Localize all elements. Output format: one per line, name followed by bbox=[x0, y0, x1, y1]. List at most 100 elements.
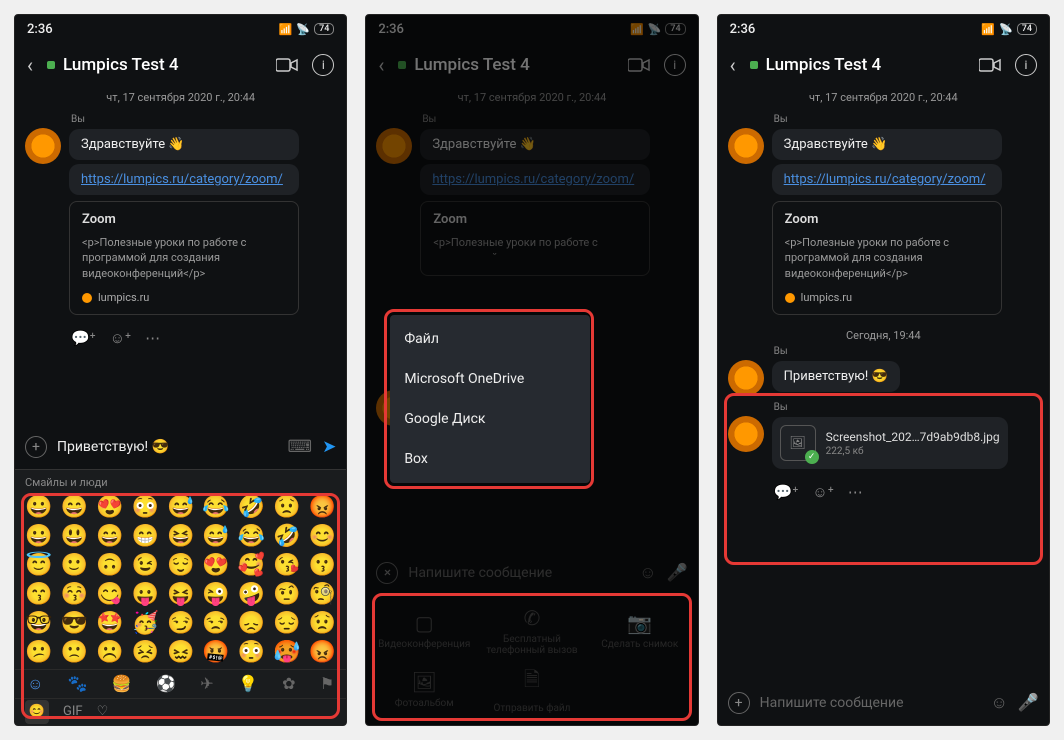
emoji-key[interactable]: 😒 bbox=[202, 611, 229, 636]
message-bubble-link[interactable]: https://lumpics.ru/category/zoom/ bbox=[69, 164, 299, 195]
menu-item-file[interactable]: Файл bbox=[390, 319, 590, 359]
emoji-key[interactable]: 😅 bbox=[202, 524, 229, 549]
emoji-key[interactable]: 😀 bbox=[25, 524, 52, 549]
emoji-tab-animals-icon[interactable]: 🐾 bbox=[68, 674, 88, 693]
attach-button[interactable]: + bbox=[25, 436, 47, 458]
info-icon[interactable]: i bbox=[312, 54, 334, 76]
avatar[interactable] bbox=[728, 128, 764, 164]
emoji-key[interactable]: 😉 bbox=[131, 553, 158, 578]
message-bubble-link[interactable]: https://lumpics.ru/category/zoom/ bbox=[772, 164, 1002, 195]
emoji-key[interactable]: 😌 bbox=[167, 553, 194, 578]
menu-item-box[interactable]: Box bbox=[390, 439, 590, 479]
reply-icon[interactable]: 💬⁺ bbox=[71, 329, 96, 347]
avatar[interactable] bbox=[25, 128, 61, 164]
emoji-key[interactable]: 😋 bbox=[96, 582, 123, 607]
emoji-key[interactable]: 😅 bbox=[167, 495, 194, 520]
emoji-key[interactable]: 😘 bbox=[273, 553, 300, 578]
message-link[interactable]: https://lumpics.ru/category/zoom/ bbox=[81, 172, 283, 187]
gif-key[interactable]: GIF bbox=[63, 704, 83, 719]
info-icon[interactable]: i bbox=[1015, 54, 1037, 76]
composer-input[interactable]: Напишите сообщение bbox=[760, 695, 981, 711]
sticker-key[interactable]: ♡ bbox=[97, 704, 109, 719]
emoji-key[interactable]: 😛 bbox=[131, 582, 158, 607]
emoji-key[interactable]: 😗 bbox=[309, 553, 336, 578]
video-call-icon[interactable] bbox=[979, 58, 1001, 72]
emoji-key[interactable]: 😕 bbox=[25, 640, 52, 665]
keyboard-toggle-icon[interactable]: ⌨ bbox=[288, 437, 313, 457]
emoji-tab-flags-icon[interactable]: ⚑ bbox=[320, 674, 334, 693]
emoji-key[interactable]: 🥵 bbox=[273, 640, 300, 665]
reply-icon[interactable]: 💬⁺ bbox=[774, 483, 799, 501]
link-preview-card[interactable]: Zoom <p>Полезные уроки по работе с прогр… bbox=[69, 201, 299, 315]
attach-button[interactable]: + bbox=[728, 692, 750, 714]
more-icon[interactable]: ⋯ bbox=[848, 483, 863, 501]
emoji-key[interactable]: ☹️ bbox=[96, 640, 123, 665]
back-button[interactable]: ‹ bbox=[27, 53, 33, 77]
emoji-key[interactable]: 😔 bbox=[273, 611, 300, 636]
message-bubble[interactable]: Приветствую! 😎 bbox=[772, 361, 900, 392]
emoji-key[interactable]: 😝 bbox=[167, 582, 194, 607]
menu-item-onedrive[interactable]: Microsoft OneDrive bbox=[390, 359, 590, 399]
react-icon[interactable]: ☺⁺ bbox=[110, 329, 131, 347]
emoji-key[interactable]: 😀 bbox=[25, 495, 52, 520]
emoji-key[interactable]: 🙃 bbox=[96, 553, 123, 578]
avatar[interactable] bbox=[728, 416, 764, 452]
emoji-key[interactable]: 🤪 bbox=[238, 582, 265, 607]
chat-scroll[interactable]: Вы Здравствуйте 👋 https://lumpics.ru/cat… bbox=[718, 108, 1049, 681]
emoji-key[interactable]: 🧐 bbox=[309, 582, 336, 607]
emoji-key[interactable]: 🤓 bbox=[25, 611, 52, 636]
message-link[interactable]: https://lumpics.ru/category/zoom/ bbox=[784, 172, 986, 187]
back-button[interactable]: ‹ bbox=[730, 53, 736, 77]
emoji-key[interactable]: 😍 bbox=[96, 495, 123, 520]
menu-item-google-drive[interactable]: Google Диск bbox=[390, 399, 590, 439]
emoji-key[interactable]: 😟 bbox=[273, 495, 300, 520]
emoji-key[interactable]: 🥳 bbox=[131, 611, 158, 636]
more-icon[interactable]: ⋯ bbox=[145, 329, 160, 347]
emoji-key[interactable]: 😳 bbox=[131, 495, 158, 520]
composer-input[interactable]: Приветствую! 😎 bbox=[57, 439, 278, 455]
emoji-key[interactable]: 😡 bbox=[309, 495, 336, 520]
emoji-tab-food-icon[interactable]: 🍔 bbox=[112, 674, 132, 693]
message-bubble[interactable]: Здравствуйте 👋 bbox=[69, 129, 299, 160]
emoji-key[interactable]: 🤣 bbox=[273, 524, 300, 549]
emoji-mode-key[interactable]: 😊 bbox=[25, 700, 49, 724]
emoji-key[interactable]: 😃 bbox=[61, 524, 88, 549]
emoji-tab-symbols-icon[interactable]: ✿ bbox=[282, 674, 295, 693]
emoji-key[interactable]: 😂 bbox=[202, 495, 229, 520]
emoji-key[interactable]: 😡 bbox=[309, 640, 336, 665]
send-button[interactable]: ➤ bbox=[322, 437, 336, 457]
avatar[interactable] bbox=[728, 360, 764, 396]
emoji-key[interactable]: 😎 bbox=[61, 611, 88, 636]
emoji-key[interactable]: 🙂 bbox=[61, 553, 88, 578]
emoji-tab-travel-icon[interactable]: ✈ bbox=[200, 674, 213, 693]
emoji-key[interactable]: 😜 bbox=[202, 582, 229, 607]
emoji-key[interactable]: 😙 bbox=[25, 582, 52, 607]
chat-scroll[interactable]: Вы Здравствуйте 👋 https://lumpics.ru/cat… bbox=[15, 108, 346, 425]
react-icon[interactable]: ☺⁺ bbox=[812, 483, 833, 501]
emoji-key[interactable]: 😆 bbox=[167, 524, 194, 549]
emoji-key[interactable]: 😏 bbox=[167, 611, 194, 636]
emoji-key[interactable]: 🙁 bbox=[61, 640, 88, 665]
emoji-tab-activity-icon[interactable]: ⚽ bbox=[156, 674, 176, 693]
emoji-key[interactable]: 😣 bbox=[131, 640, 158, 665]
emoji-key[interactable]: 😄 bbox=[61, 495, 88, 520]
mic-button[interactable]: 🎤 bbox=[1018, 693, 1039, 713]
emoji-key[interactable]: 😄 bbox=[96, 524, 123, 549]
emoji-key[interactable]: 🤨 bbox=[273, 582, 300, 607]
emoji-key[interactable]: 🤣 bbox=[238, 495, 265, 520]
emoji-key[interactable]: 🤬 bbox=[202, 640, 229, 665]
emoji-key[interactable]: 😂 bbox=[238, 524, 265, 549]
emoji-key[interactable]: 😇 bbox=[25, 553, 52, 578]
emoji-button[interactable]: ☺ bbox=[990, 693, 1007, 713]
emoji-key[interactable]: 😊 bbox=[309, 524, 336, 549]
emoji-key[interactable]: 😞 bbox=[238, 611, 265, 636]
emoji-tab-smileys-icon[interactable]: ☺ bbox=[27, 674, 43, 694]
emoji-key[interactable]: 😖 bbox=[167, 640, 194, 665]
emoji-key[interactable]: 😍 bbox=[202, 553, 229, 578]
link-preview-card[interactable]: Zoom <p>Полезные уроки по работе с прогр… bbox=[772, 201, 1002, 315]
message-bubble[interactable]: Здравствуйте 👋 bbox=[772, 129, 1002, 160]
emoji-tab-objects-icon[interactable]: 💡 bbox=[238, 674, 258, 693]
video-call-icon[interactable] bbox=[276, 58, 298, 72]
emoji-key[interactable]: 😁 bbox=[131, 524, 158, 549]
emoji-key[interactable]: 😳 bbox=[238, 640, 265, 665]
